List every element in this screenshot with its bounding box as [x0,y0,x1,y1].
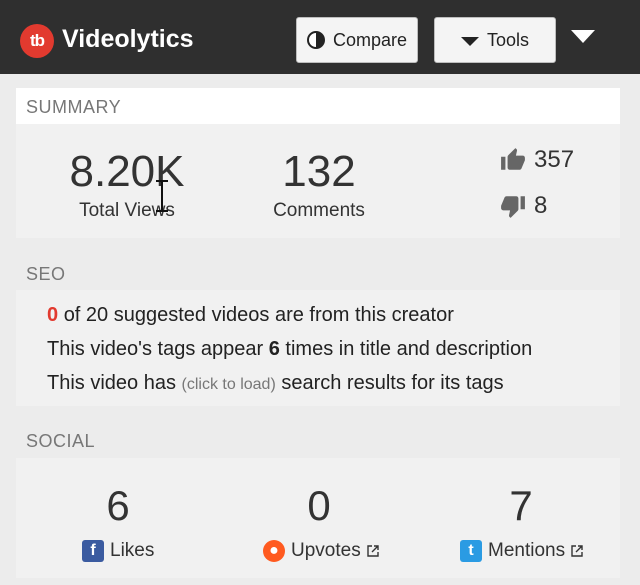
tools-button[interactable]: Tools [434,17,556,63]
views-stat: 8.20K Total Views [52,150,202,222]
seo-tags-line: This video's tags appear 6 times in titl… [47,338,532,361]
seo-label: SEO [26,264,66,284]
likes-value: 357 [534,146,575,173]
suggested-count: 0 [47,304,59,326]
tags-text-post: times in title and description [285,338,533,360]
brand-name: Videolytics [62,25,194,53]
twitter-mentions-link[interactable]: t Mentions [460,540,583,562]
tags-text-pre: This video's tags appear [47,338,264,360]
dislikes-value: 8 [534,192,548,219]
external-link-icon [367,545,379,557]
twitter-mentions-value: 7 [509,482,533,529]
comments-stat: 132 Comments [244,150,394,222]
thumbs-down-icon [501,196,525,218]
tubebuddy-logo-icon: tb [20,24,54,58]
caret-down-icon[interactable] [571,30,595,43]
compare-button[interactable]: Compare [296,17,418,63]
summary-panel: 8.20K Total Views 132 Comments 357 8 [16,124,620,238]
likes-label: Likes [110,540,155,561]
reddit-icon: ● [263,540,285,562]
seo-search-line: This video has (click to load) search re… [47,372,504,395]
likes-count: 357 [500,146,574,174]
thumbs-up-icon [501,148,525,170]
mentions-label: Mentions [488,540,566,561]
facebook-likes-value: 6 [106,482,130,529]
reddit-upvotes-value: 0 [307,482,331,529]
half-circle-icon [306,31,325,49]
views-label: Total Views [79,200,175,221]
text-cursor [156,180,168,212]
social-label: SOCIAL [26,431,96,451]
comments-value: 132 [282,147,356,196]
reddit-upvotes-link[interactable]: ● Upvotes [263,540,379,562]
compare-label: Compare [332,29,408,50]
external-link-icon [571,545,583,557]
click-to-load-link[interactable]: (click to load) [182,376,276,393]
facebook-icon: f [82,540,104,562]
tags-count: 6 [268,338,280,360]
comments-label: Comments [273,200,365,221]
summary-label: SUMMARY [26,97,122,117]
search-text-pre: This video has [47,372,176,394]
facebook-likes-link[interactable]: f Likes [82,540,154,562]
seo-suggested-line: 0 of 20 suggested videos are from this c… [47,304,454,327]
dislikes-count: 8 [500,192,547,220]
views-value: 8.20K [69,147,185,196]
search-text-post: search results for its tags [281,372,504,394]
tools-label: Tools [486,29,530,50]
triangle-down-icon [460,37,479,46]
suggested-text: of 20 suggested videos are from this cre… [63,304,454,326]
twitter-icon: t [460,540,482,562]
upvotes-label: Upvotes [291,540,361,561]
app-header: tb Videolytics Compare Tools [0,0,640,74]
